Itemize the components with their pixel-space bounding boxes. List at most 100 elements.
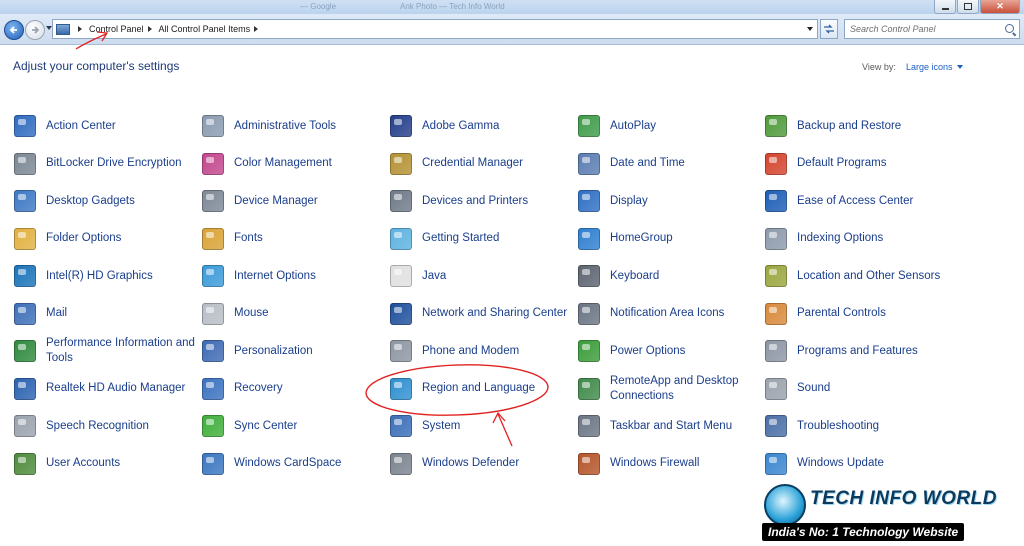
sound-icon [765,377,787,400]
cp-item-adobe-gamma[interactable]: Adobe Gamma [390,111,572,141]
breadcrumb-all-items[interactable]: All Control Panel Items [159,24,251,34]
cp-item-realtek-hd-audio-manager[interactable]: Realtek HD Audio Manager [14,374,196,404]
cp-item-location-and-other-sensors[interactable]: Location and Other Sensors [765,261,947,291]
forward-button[interactable] [25,20,45,40]
cp-item-performance-information-and-tools[interactable]: Performance Information and Tools [14,336,196,366]
cp-item-troubleshooting[interactable]: Troubleshooting [765,411,947,441]
cp-item-getting-started[interactable]: Getting Started [390,224,572,254]
internet-icon [202,265,224,287]
cp-item-system[interactable]: System [390,411,572,441]
address-bar[interactable]: Control Panel All Control Panel Items [52,19,818,39]
view-by-value: Large icons [906,62,953,72]
cp-item-default-programs[interactable]: Default Programs [765,149,947,179]
cp-item-label: Display [610,194,648,207]
watermark-logo: TECH INFO WORLD India's No: 1 Technology… [760,482,1022,544]
cp-item-credential-manager[interactable]: Credential Manager [390,149,572,179]
cp-item-fonts[interactable]: Fonts [202,224,384,254]
cp-item-sync-center[interactable]: Sync Center [202,411,384,441]
cp-item-label: Sound [797,382,831,394]
cp-item-action-center[interactable]: Action Center [14,111,196,141]
system-icon [390,415,412,437]
cp-item-indexing-options[interactable]: Indexing Options [765,224,947,254]
close-button[interactable]: ✕ [980,0,1020,14]
address-dropdown-icon[interactable] [807,27,813,31]
forward-arrow-icon [32,26,40,34]
cp-item-region-and-language[interactable]: Region and Language [390,374,572,404]
cp-item-desktop-gadgets[interactable]: Desktop Gadgets [14,186,196,216]
cp-item-backup-and-restore[interactable]: Backup and Restore [765,111,947,141]
cp-item-date-and-time[interactable]: Date and Time [578,149,760,179]
cp-item-internet-options[interactable]: Internet Options [202,261,384,291]
cp-item-personalization[interactable]: Personalization [202,336,384,366]
cp-item-label: Windows CardSpace [234,457,342,469]
cp-item-administrative-tools[interactable]: Administrative Tools [202,111,384,141]
restore-button[interactable] [957,0,979,14]
cp-item-color-management[interactable]: Color Management [202,149,384,179]
search-icon[interactable] [1005,24,1014,33]
tools-icon [202,115,224,137]
cp-item-windows-cardspace[interactable]: Windows CardSpace [202,449,384,479]
cp-item-label: Phone and Modem [422,344,520,357]
background-tab-1[interactable]: — Google [300,0,336,14]
gadgets-icon [14,190,36,212]
cp-item-label: Credential Manager [422,157,524,169]
globe-logo-icon [764,484,806,526]
cp-item-user-accounts[interactable]: User Accounts [14,449,196,479]
cp-item-windows-firewall[interactable]: Windows Firewall [578,449,760,479]
cp-item-intel-r-hd-graphics[interactable]: Intel(R) HD Graphics [14,261,196,291]
cp-item-remoteapp-and-desktop-connections[interactable]: RemoteApp and Desktop Connections [578,374,760,404]
cp-item-parental-controls[interactable]: Parental Controls [765,299,947,329]
cp-item-power-options[interactable]: Power Options [578,336,760,366]
cp-item-sound[interactable]: Sound [765,374,947,404]
cp-item-programs-and-features[interactable]: Programs and Features [765,336,947,366]
cp-item-label: Adobe Gamma [422,119,500,132]
cp-item-device-manager[interactable]: Device Manager [202,186,384,216]
breadcrumb-chevron-icon[interactable] [78,26,82,32]
cp-item-label: System [422,419,461,432]
cp-item-folder-options[interactable]: Folder Options [14,224,196,254]
minimize-button[interactable] [934,0,956,14]
cp-item-display[interactable]: Display [578,186,760,216]
refresh-button[interactable] [820,19,838,39]
personalization-icon [202,340,224,362]
cp-item-network-and-sharing-center[interactable]: Network and Sharing Center [390,299,572,329]
performance-icon [14,340,36,362]
cp-item-windows-defender[interactable]: Windows Defender [390,449,572,479]
breadcrumb-chevron-icon[interactable] [147,26,152,32]
cp-item-bitlocker-drive-encryption[interactable]: BitLocker Drive Encryption [14,149,196,179]
cp-item-speech-recognition[interactable]: Speech Recognition [14,411,196,441]
cp-item-label: Power Options [610,344,686,357]
cp-item-keyboard[interactable]: Keyboard [578,261,760,291]
restore-icon [964,3,972,10]
cp-item-label: Administrative Tools [234,119,337,132]
folder-icon [14,227,36,250]
cp-item-label: Recovery [234,382,283,394]
cp-item-taskbar-and-start-menu[interactable]: Taskbar and Start Menu [578,411,760,441]
breadcrumb-control-panel[interactable]: Control Panel [89,24,144,34]
background-tab-2[interactable]: Ank Photo — Tech Info World [400,0,505,14]
cp-item-windows-update[interactable]: Windows Update [765,449,947,479]
back-button[interactable] [4,20,24,40]
cp-item-autoplay[interactable]: AutoPlay [578,111,760,141]
cp-item-label: Taskbar and Start Menu [610,419,733,432]
view-by-dropdown[interactable]: Large icons [906,62,963,72]
cp-item-notification-area-icons[interactable]: Notification Area Icons [578,299,760,329]
cp-item-phone-and-modem[interactable]: Phone and Modem [390,336,572,366]
cp-item-mail[interactable]: Mail [14,299,196,329]
cp-item-homegroup[interactable]: HomeGroup [578,224,760,254]
cp-item-recovery[interactable]: Recovery [202,374,384,404]
breadcrumb-chevron-icon[interactable] [254,26,259,32]
minimize-icon [941,8,949,10]
cp-item-label: Mail [46,307,68,319]
cp-item-java[interactable]: Java [390,261,572,291]
flag-icon [14,115,36,137]
audio-manager-icon [14,377,36,400]
ease-access-icon [765,190,787,212]
search-input[interactable]: Search Control Panel [844,19,1020,39]
clock-icon [578,152,600,175]
cp-item-devices-and-printers[interactable]: Devices and Printers [390,186,572,216]
cp-item-label: HomeGroup [610,232,673,244]
cp-item-label: Action Center [46,119,116,132]
cp-item-ease-of-access-center[interactable]: Ease of Access Center [765,186,947,216]
cp-item-mouse[interactable]: Mouse [202,299,384,329]
